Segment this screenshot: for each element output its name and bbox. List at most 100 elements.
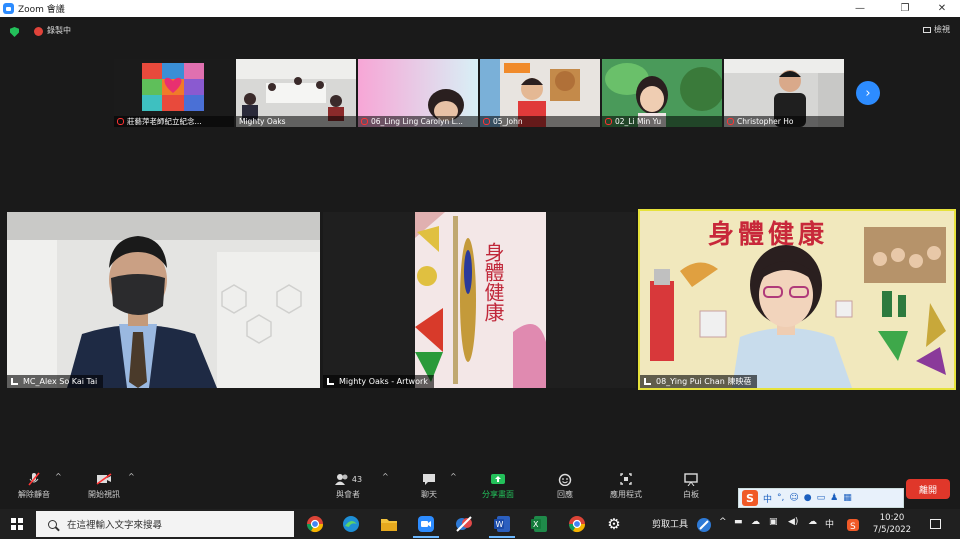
share-screen-icon (490, 472, 506, 486)
show-hidden-icons-caret[interactable]: ^ (719, 517, 727, 527)
snipping-app-icon[interactable] (454, 514, 474, 534)
punctuation-icon[interactable]: °, (777, 493, 784, 503)
clock-date: 7/5/2022 (872, 525, 912, 535)
close-button[interactable]: ✕ (927, 0, 957, 17)
participants-count: 43 (351, 474, 363, 484)
display-icon[interactable]: ▣ (769, 517, 778, 527)
participants-label: 與會者 (336, 490, 360, 499)
excel-icon[interactable]: X (529, 514, 549, 534)
view-button[interactable]: 檢視 (923, 24, 950, 35)
snipping-tool-label[interactable]: 剪取工具 (652, 517, 688, 530)
participant-thumbnail[interactable]: Christopher Ho (724, 59, 844, 127)
participant-thumbnail[interactable]: 06_Ling Ling Carolyn L... (358, 59, 478, 127)
chrome-icon[interactable] (305, 514, 325, 534)
input-mode-indicator[interactable]: 中 (825, 517, 834, 530)
participants-icon: 43 (333, 472, 363, 486)
windows-start-icon[interactable] (11, 518, 23, 530)
recording-label: 錄製中 (47, 26, 71, 35)
sogou-tray-icon[interactable]: S (843, 515, 863, 535)
participant-name: 05_John (480, 116, 600, 127)
pin-icon (644, 378, 651, 385)
chrome-window-icon[interactable] (567, 514, 587, 534)
reactions-icon (557, 472, 573, 486)
search-placeholder: 在這裡輸入文字來搜尋 (67, 520, 163, 531)
share-screen-button[interactable]: 分享畫面 (478, 472, 518, 508)
file-explorer-icon[interactable] (379, 514, 399, 534)
restore-button[interactable]: ❐ (890, 0, 920, 17)
snipping-tray-icon[interactable] (694, 515, 714, 535)
security-shield-icon[interactable] (10, 27, 19, 37)
notification-center-icon[interactable] (930, 519, 941, 529)
toolbox-icon[interactable]: ▦ (843, 493, 852, 503)
view-label: 檢視 (934, 25, 950, 34)
skin-icon[interactable]: ♟ (830, 493, 838, 503)
chat-label: 聊天 (421, 490, 437, 499)
participant-thumbnail[interactable]: 02_Li Min Yu (602, 59, 722, 127)
sogou-logo-icon[interactable]: S (742, 490, 758, 506)
whiteboard-button[interactable]: 白板 (674, 472, 708, 508)
video-tile-active-speaker[interactable]: 身體健康 08_Ying Pui Chan 陳映蓓 (638, 209, 956, 390)
video-options-caret[interactable]: ^ (128, 472, 135, 508)
settings-gear-icon[interactable]: ⚙ (604, 514, 624, 534)
audio-options-caret[interactable]: ^ (55, 472, 62, 508)
video-tile-alex[interactable]: MC_Alex So Kai Tai (7, 212, 320, 388)
ime-mode[interactable]: 中 (763, 492, 772, 505)
word-icon[interactable]: W (492, 514, 512, 534)
clock-time: 10:20 (879, 513, 905, 523)
windows-taskbar: 在這裡輸入文字來搜尋 W X ⚙ 剪取工具 ^ ▬ ☁ ▣ ◀) ☁ 中 S 1… (0, 509, 960, 539)
svg-text:S: S (850, 522, 856, 532)
participants-button[interactable]: 43 與會者 (328, 472, 368, 508)
unmute-button[interactable]: 解除靜音 (14, 472, 54, 508)
poster-title: 身體健康 (708, 219, 828, 250)
keyboard-icon[interactable]: ▭ (817, 493, 826, 503)
participants-options-caret[interactable]: ^ (382, 472, 389, 508)
leave-button[interactable]: 離開 (906, 479, 950, 499)
reactions-button[interactable]: 回應 (548, 472, 582, 508)
window-titlebar: Zoom 會議 — ❐ ✕ (0, 0, 960, 17)
chat-icon (421, 472, 437, 486)
network-icon[interactable]: ☁ (808, 517, 817, 527)
participant-thumbnail[interactable]: Mighty Oaks (236, 59, 356, 127)
zoom-app-icon[interactable] (416, 514, 436, 534)
edge-icon[interactable] (341, 514, 361, 534)
reactions-label: 回應 (557, 490, 573, 499)
participant-thumbnail[interactable]: 莊藝萍老師紀立紀念... (114, 59, 234, 127)
participant-name: Christopher Ho (724, 116, 844, 127)
chat-button[interactable]: 聊天 (412, 472, 446, 508)
tray-app-icon[interactable]: ▬ (734, 517, 743, 527)
onedrive-icon[interactable]: ☁ (751, 517, 760, 527)
start-video-button[interactable]: 開始視訊 (84, 472, 124, 508)
participant-name: 02_Li Min Yu (602, 116, 722, 127)
chat-options-caret[interactable]: ^ (450, 472, 457, 508)
meeting-topbar: 錄製中 檢視 (0, 17, 960, 45)
taskbar-search[interactable]: 在這裡輸入文字來搜尋 (36, 511, 294, 537)
pin-icon (11, 378, 18, 385)
muted-mic-icon (727, 118, 734, 125)
emoji-icon[interactable]: ☺ (789, 493, 798, 503)
window-title: Zoom 會議 (18, 5, 65, 15)
participant-video (7, 212, 320, 388)
participant-name: 08_Ying Pui Chan 陳映蓓 (640, 375, 758, 388)
muted-mic-icon (26, 472, 42, 486)
voice-input-icon[interactable]: ● (804, 493, 812, 503)
search-icon (48, 519, 57, 529)
taskbar-clock[interactable]: 10:20 7/5/2022 (870, 512, 914, 536)
whiteboard-icon (683, 472, 699, 486)
participant-name: MC_Alex So Kai Tai (7, 375, 104, 388)
participant-thumbnail[interactable]: 05_John (480, 59, 600, 127)
muted-mic-icon (361, 118, 368, 125)
volume-icon[interactable]: ◀) (788, 517, 798, 527)
apps-button[interactable]: 應用程式 (604, 472, 648, 508)
video-tile-artwork[interactable]: 身體健康 Mighty Oaks - Artwork (323, 212, 636, 388)
muted-mic-icon (605, 118, 612, 125)
ime-toolbar: S 中 °, ☺ ● ▭ ♟ ▦ (738, 488, 904, 508)
zoom-active-indicator (413, 536, 439, 538)
recording-icon (34, 27, 43, 36)
minimize-button[interactable]: — (845, 0, 875, 17)
next-page-button[interactable]: › (856, 81, 880, 105)
apps-icon (618, 472, 634, 486)
participant-video: 身體健康 (640, 211, 954, 388)
zoom-logo-icon (3, 3, 14, 14)
video-off-icon (96, 472, 112, 486)
svg-text:X: X (533, 520, 539, 529)
